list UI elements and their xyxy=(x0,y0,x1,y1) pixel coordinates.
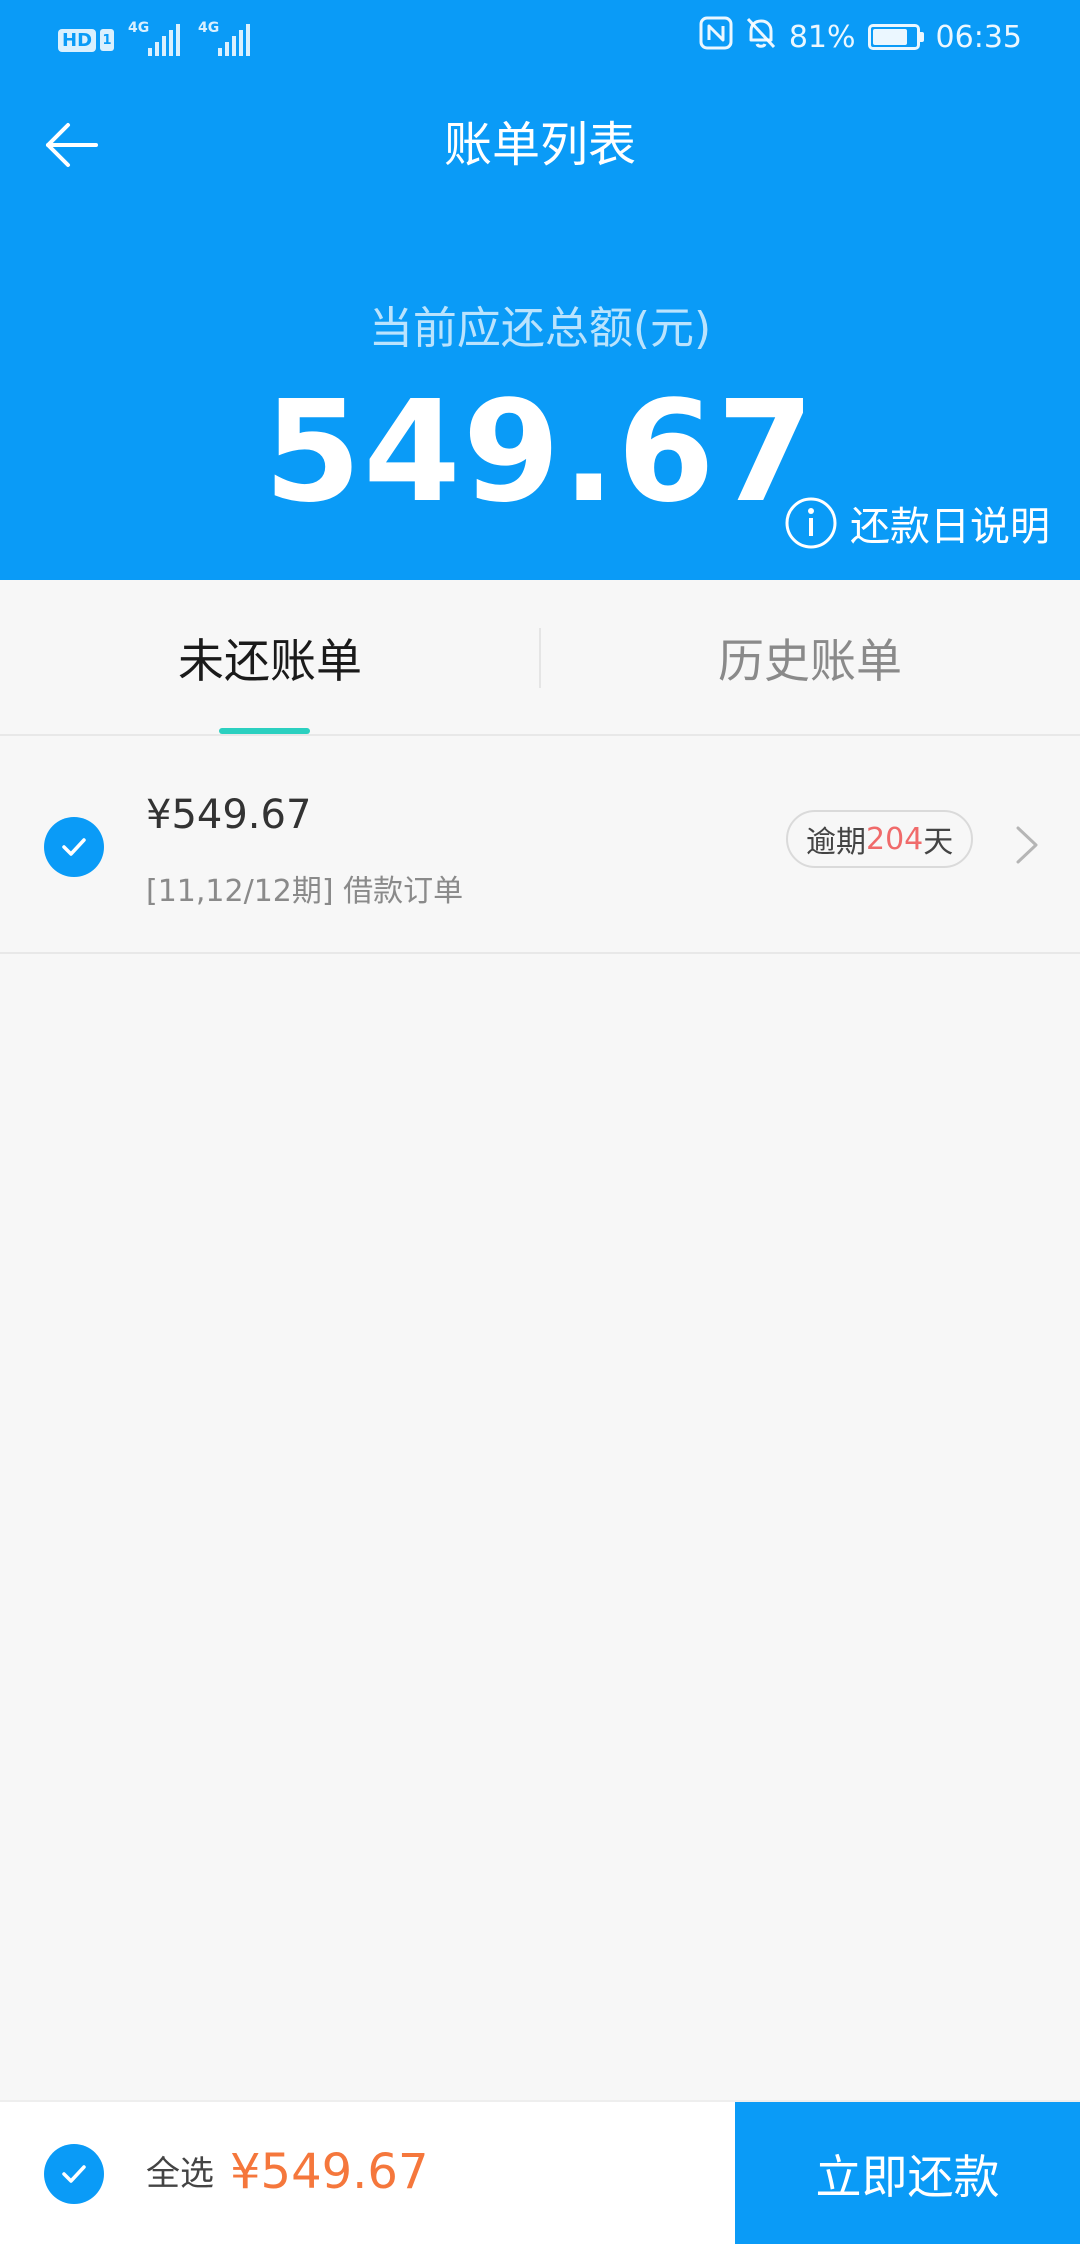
status-left: HD 1 4G 4G xyxy=(58,20,254,58)
overdue-suffix: 天 xyxy=(923,825,954,860)
bottom-bar: 全选 ¥549.67 立即还款 xyxy=(0,2100,1080,2244)
select-all-label[interactable]: 全选 xyxy=(146,2150,214,2198)
due-date-explain-link[interactable]: 还款日说明 xyxy=(784,494,1050,552)
signal-2-icon: 4G xyxy=(198,20,254,58)
overdue-badge: 逾期 204 天 xyxy=(786,810,974,868)
total-label: 当前应还总额(元) xyxy=(368,303,712,354)
status-right: 81% 06:35 xyxy=(699,16,1022,58)
pay-now-button[interactable]: 立即还款 xyxy=(735,2102,1080,2244)
bill-checkbox[interactable] xyxy=(44,817,104,877)
battery-percent: 81% xyxy=(788,19,856,55)
hd-label: HD xyxy=(58,28,97,52)
chevron-right-icon xyxy=(1016,826,1038,864)
mute-bell-icon xyxy=(745,16,777,58)
due-date-explain-label: 还款日说明 xyxy=(850,504,1050,550)
checkmark-icon xyxy=(62,2165,86,2183)
battery-body xyxy=(867,24,920,50)
battery-tip xyxy=(919,32,924,42)
bill-amount: ¥549.67 xyxy=(146,792,312,838)
signal-1-icon: 4G xyxy=(128,20,184,58)
sim-number: 1 xyxy=(100,29,115,51)
battery-icon xyxy=(867,24,924,50)
page-title: 账单列表 xyxy=(443,117,636,173)
tab-unpaid-bills[interactable]: 未还账单 xyxy=(0,580,540,736)
select-all-checkbox[interactable] xyxy=(44,2144,104,2204)
nfc-icon xyxy=(699,16,733,58)
overdue-prefix: 逾期 xyxy=(806,825,866,860)
clock: 06:35 xyxy=(935,19,1022,55)
bill-row[interactable]: ¥549.67 [11,12/12期] 借款订单 逾期 204 天 xyxy=(0,738,1080,954)
bill-description: [11,12/12期] 借款订单 xyxy=(146,874,464,909)
bottom-total-amount: ¥549.67 xyxy=(230,2144,429,2200)
header: HD 1 4G 4G 81% 06:35 账单列表 当前应还总额(元) 549.… xyxy=(0,0,1080,580)
bill-tabs: 未还账单 历史账单 xyxy=(0,580,1080,736)
overdue-days: 204 xyxy=(866,821,924,857)
active-tab-indicator xyxy=(219,728,310,734)
battery-fill xyxy=(872,29,907,45)
status-bar: HD 1 4G 4G 81% 06:35 xyxy=(0,0,1080,80)
checkmark-icon xyxy=(62,838,86,856)
hd-badge: HD 1 xyxy=(58,28,115,52)
info-icon xyxy=(785,497,837,549)
tab-history-bills[interactable]: 历史账单 xyxy=(540,580,1080,736)
